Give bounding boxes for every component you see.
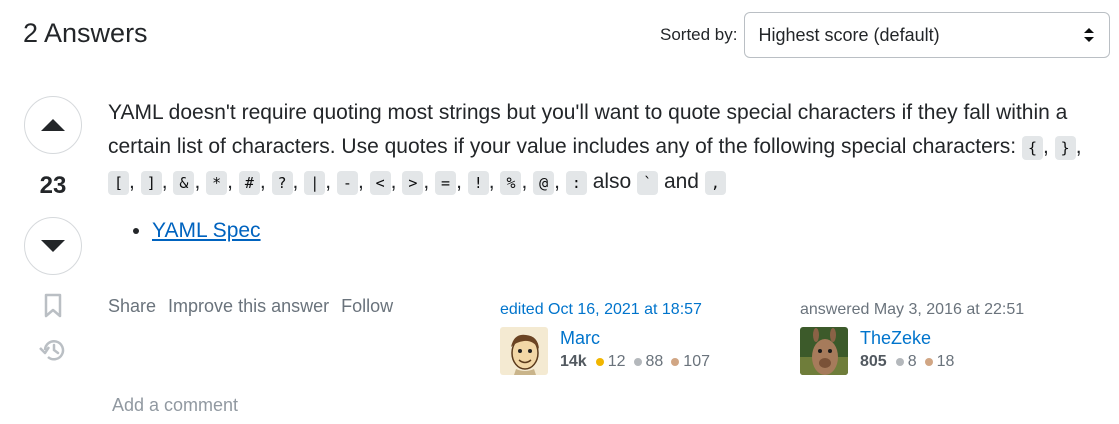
user-name-link[interactable]: Marc [560, 327, 710, 349]
improve-answer-link[interactable]: Improve this answer [168, 296, 329, 317]
code-snippet: ! [467, 171, 489, 195]
code-snippet: % [500, 171, 522, 195]
gold-badge-icon [595, 358, 604, 366]
code-snippet: ] [140, 171, 162, 195]
answers-count-heading: 2 Answers [23, 18, 148, 48]
code-snippet: } [1054, 136, 1076, 160]
silver-badge-count: 88 [645, 353, 664, 370]
gold-badge-count: 12 [607, 353, 626, 370]
sort-label: Sorted by: [660, 25, 738, 44]
sort-select[interactable]: Highest score (default) [743, 12, 1110, 58]
author-signature: answered May 3, 2016 at 22:51 TheZeke 80… [800, 301, 1024, 375]
timeline-button[interactable] [38, 337, 68, 363]
code-snippet: : [565, 171, 587, 195]
vote-count: 23 [39, 172, 67, 199]
avatar[interactable] [800, 327, 848, 375]
bronze-badge-icon [671, 358, 680, 366]
arrow-up-icon [41, 119, 65, 131]
yaml-spec-link[interactable]: YAML Spec [152, 219, 261, 242]
vote-column: 23 [23, 96, 83, 363]
reputation-score: 805 [860, 353, 887, 370]
answer-link-list: YAML Spec [108, 214, 1098, 248]
code-snippet: - [336, 171, 358, 195]
user-reputation-badges: 805 8 18 [860, 353, 954, 371]
editor-signature: edited Oct 16, 2021 at 18:57 Marc 14k 12… [500, 301, 710, 375]
code-snippet: # [238, 171, 260, 195]
history-icon [39, 340, 65, 361]
bronze-badge-count: 107 [683, 353, 710, 370]
silver-badge-icon [633, 358, 642, 366]
follow-link[interactable]: Follow [341, 296, 393, 317]
bronze-badge-count: 18 [936, 353, 955, 370]
code-snippet: { [1021, 136, 1043, 160]
post-menu: Share Improve this answer Follow [108, 296, 393, 317]
upvote-button[interactable] [24, 96, 82, 154]
add-comment-link[interactable]: Add a comment [112, 395, 238, 416]
code-snippet: < [369, 171, 391, 195]
editor-user-card: Marc 14k 12 88 107 [500, 327, 710, 375]
code-snippet: ` [637, 171, 659, 195]
bronze-badge-icon [924, 358, 933, 366]
code-snippet: ? [271, 171, 293, 195]
code-snippet: [ [108, 171, 130, 195]
code-snippet: & [173, 171, 195, 195]
code-snippet: * [206, 171, 228, 195]
list-item: YAML Spec [152, 214, 1098, 248]
bookmark-icon [44, 293, 62, 318]
select-arrows-icon [1083, 27, 1095, 43]
code-snippet: = [435, 171, 457, 195]
avatar[interactable] [500, 327, 548, 375]
code-snippet: , [704, 171, 726, 195]
user-name-link[interactable]: TheZeke [860, 327, 954, 349]
reputation-score: 14k [560, 353, 587, 370]
code-snippet: | [304, 171, 326, 195]
sort-select-value: Highest score (default) [758, 24, 940, 45]
answer-body: YAML doesn't require quoting most string… [108, 96, 1098, 248]
arrow-down-icon [41, 240, 65, 252]
code-snippet: > [402, 171, 424, 195]
code-snippet: @ [533, 171, 555, 195]
silver-badge-count: 8 [907, 353, 917, 370]
user-reputation-badges: 14k 12 88 107 [560, 353, 710, 371]
bookmark-button[interactable] [43, 293, 63, 319]
downvote-button[interactable] [24, 217, 82, 275]
edited-timestamp-link[interactable]: edited Oct 16, 2021 at 18:57 [500, 301, 710, 319]
answered-timestamp: answered May 3, 2016 at 22:51 [800, 301, 1025, 318]
author-user-card: TheZeke 805 8 18 [800, 327, 1024, 375]
silver-badge-icon [895, 358, 904, 366]
share-link[interactable]: Share [108, 296, 156, 317]
sort-control: Sorted by: Highest score (default) [660, 12, 1110, 58]
answer-paragraph: YAML doesn't require quoting most string… [108, 101, 1082, 195]
